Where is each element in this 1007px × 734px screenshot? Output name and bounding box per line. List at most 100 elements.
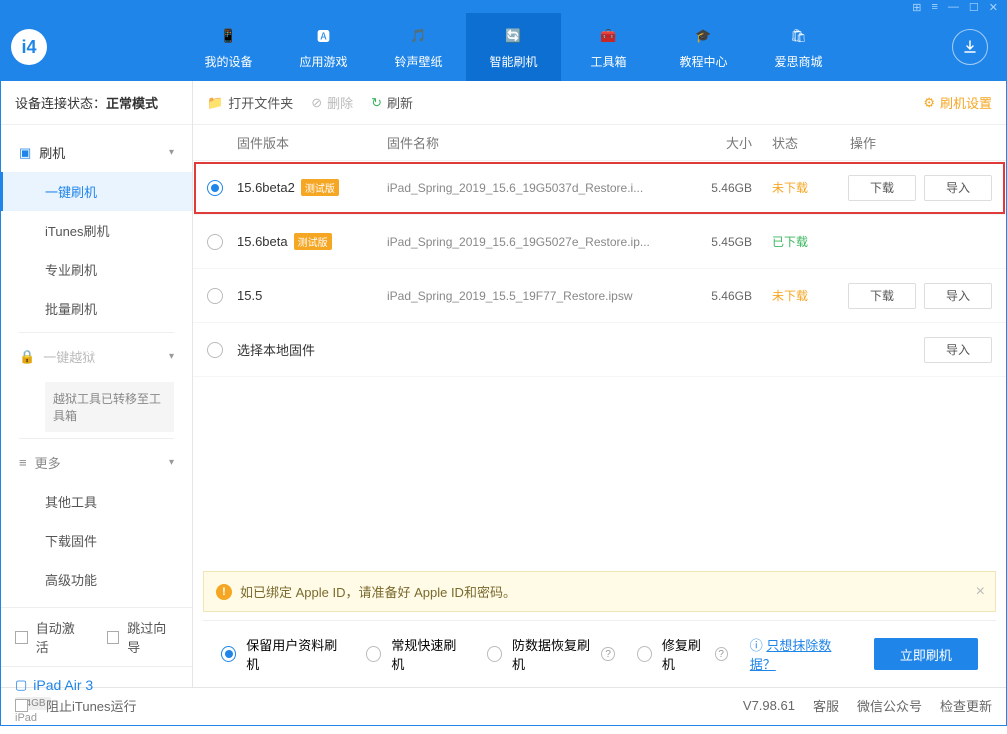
refresh-button[interactable]: ↻ 刷新 (371, 93, 413, 112)
open-folder-button[interactable]: 📁 打开文件夹 (207, 93, 293, 112)
firmware-status: 已下载 (752, 233, 832, 250)
beta-tag: 测试版 (294, 233, 332, 250)
nav-icon-0: 📱 (218, 25, 240, 47)
titlebar-min-icon[interactable]: — (948, 1, 959, 13)
titlebar-max-icon[interactable]: ☐ (969, 1, 979, 14)
row-radio[interactable] (207, 234, 223, 250)
beta-tag: 测试版 (301, 179, 339, 196)
sidebar-more-2[interactable]: 高级功能 (1, 560, 192, 599)
nav-icon-6: 🛍 (788, 25, 810, 47)
nav-6[interactable]: 🛍爱思商城 (751, 13, 846, 81)
nav-icon-5: 🎓 (693, 25, 715, 47)
auto-activate-checkbox[interactable] (15, 631, 28, 644)
firmware-name: iPad_Spring_2019_15.5_19F77_Restore.ipsw (387, 289, 682, 303)
row-op-button[interactable]: 导入 (924, 337, 992, 363)
skip-guide-checkbox[interactable] (107, 631, 120, 644)
sidebar-flash-3[interactable]: 批量刷机 (1, 289, 192, 328)
sidebar: 设备连接状态：正常模式 ▣ 刷机 ▾ 一键刷机iTunes刷机专业刷机批量刷机 … (1, 81, 193, 687)
warning-icon: ! (216, 584, 232, 600)
nav-4[interactable]: 🧰工具箱 (561, 13, 656, 81)
nav-icon-1: 🅰 (313, 25, 335, 47)
row-op-button[interactable]: 导入 (924, 175, 992, 201)
flash-now-button[interactable]: 立即刷机 (874, 638, 978, 670)
row-op-button[interactable]: 导入 (924, 283, 992, 309)
nav-0[interactable]: 📱我的设备 (181, 13, 276, 81)
block-itunes-checkbox[interactable] (15, 699, 28, 712)
header: i4 爱思助手 www.i4.cn 📱我的设备🅰应用游戏🎵铃声壁纸🔄智能刷机🧰工… (1, 13, 1006, 81)
sidebar-flash-1[interactable]: iTunes刷机 (1, 211, 192, 250)
info-icon: ⓘ (750, 638, 763, 653)
flash-opt-radio[interactable] (221, 646, 236, 662)
titlebar-grid-icon[interactable]: ⊞ (912, 1, 921, 14)
alert-close-icon[interactable]: × (976, 583, 985, 601)
flash-opt-radio[interactable] (637, 646, 652, 662)
titlebar-menu-icon[interactable]: ≡ (931, 1, 937, 13)
row-radio[interactable] (207, 288, 223, 304)
app-url: www.i4.cn (55, 345, 127, 356)
auto-activate-row: 自动激活 跳过向导 (1, 607, 192, 666)
layers-icon: ≡ (19, 455, 27, 470)
row-op-button[interactable]: 下载 (848, 175, 916, 201)
firmware-status: 未下载 (752, 179, 832, 196)
flash-opt-0[interactable]: 保留用户资料刷机 (221, 635, 344, 673)
sidebar-head-more[interactable]: ≡ 更多 ▾ (1, 443, 192, 482)
device-status: 设备连接状态：正常模式 (1, 81, 192, 125)
firmware-size: 5.46GB (682, 181, 752, 195)
firmware-size: 5.46GB (682, 289, 752, 303)
flash-opt-1[interactable]: 常规快速刷机 (366, 635, 465, 673)
delete-icon: ⊘ (311, 95, 322, 111)
firmware-row[interactable]: 选择本地固件 导入 (193, 323, 1006, 377)
flash-opt-radio[interactable] (366, 646, 381, 662)
nav-1[interactable]: 🅰应用游戏 (276, 13, 371, 81)
nav-5[interactable]: 🎓教程中心 (656, 13, 751, 81)
sidebar-head-flash[interactable]: ▣ 刷机 ▾ (1, 133, 192, 172)
support-link[interactable]: 客服 (813, 696, 839, 715)
table-header: 固件版本 固件名称 大小 状态 操作 (193, 125, 1006, 161)
nav-icon-3: 🔄 (503, 25, 525, 47)
refresh-icon: ↻ (371, 95, 382, 111)
nav-2[interactable]: 🎵铃声壁纸 (371, 13, 466, 81)
firmware-name: iPad_Spring_2019_15.6_19G5037d_Restore.i… (387, 181, 682, 195)
help-icon[interactable]: ? (715, 647, 728, 661)
device-icon: ▣ (19, 145, 31, 161)
delete-button[interactable]: ⊘ 删除 (311, 93, 353, 112)
wechat-link[interactable]: 微信公众号 (857, 696, 922, 715)
logo-icon: i4 (11, 29, 47, 65)
firmware-row[interactable]: 15.6beta测试版 iPad_Spring_2019_15.6_19G502… (193, 215, 1006, 269)
chevron-down-icon: ▾ (169, 351, 174, 362)
help-icon[interactable]: ? (601, 647, 614, 661)
nav-icon-2: 🎵 (408, 25, 430, 47)
download-icon[interactable] (952, 29, 988, 65)
sidebar-more-0[interactable]: 其他工具 (1, 482, 192, 521)
firmware-row[interactable]: 15.5 iPad_Spring_2019_15.5_19F77_Restore… (193, 269, 1006, 323)
sidebar-head-jailbreak[interactable]: 🔒 一键越狱 ▾ (1, 337, 192, 376)
flash-opt-3[interactable]: 修复刷机? (637, 635, 728, 673)
chevron-down-icon: ▾ (169, 457, 174, 468)
flash-settings-button[interactable]: ⚙ 刷机设置 (923, 93, 992, 112)
folder-icon: 📁 (207, 95, 223, 111)
nav-icon-4: 🧰 (598, 25, 620, 47)
flash-options: 保留用户资料刷机常规快速刷机防数据恢复刷机?修复刷机?ⓘ 只想抹除数据？立即刷机 (203, 620, 996, 687)
sidebar-more-1[interactable]: 下载固件 (1, 521, 192, 560)
flash-opt-2[interactable]: 防数据恢复刷机? (487, 635, 615, 673)
appleid-alert: ! 如已绑定 Apple ID，请准备好 Apple ID和密码。 × (203, 571, 996, 612)
app-version: V7.98.61 (743, 698, 795, 713)
jailbreak-note: 越狱工具已转移至工具箱 (45, 382, 174, 432)
row-radio[interactable] (207, 180, 223, 196)
flash-opt-radio[interactable] (487, 646, 502, 662)
firmware-row[interactable]: 15.6beta2测试版 iPad_Spring_2019_15.6_19G50… (193, 161, 1006, 215)
check-update-link[interactable]: 检查更新 (940, 696, 992, 715)
chevron-down-icon: ▾ (169, 147, 174, 158)
sidebar-flash-2[interactable]: 专业刷机 (1, 250, 192, 289)
content: 📁 打开文件夹 ⊘ 删除 ↻ 刷新 ⚙ 刷机设置 固件版本 固件名称 大小 状态… (193, 81, 1006, 687)
titlebar-close-icon[interactable]: ✕ (989, 1, 998, 14)
row-radio[interactable] (207, 342, 223, 358)
firmware-size: 5.45GB (682, 235, 752, 249)
ipad-icon: ▢ (15, 677, 27, 693)
toolbar: 📁 打开文件夹 ⊘ 删除 ↻ 刷新 ⚙ 刷机设置 (193, 81, 1006, 125)
nav: 📱我的设备🅰应用游戏🎵铃声壁纸🔄智能刷机🧰工具箱🎓教程中心🛍爱思商城 (181, 13, 952, 81)
sidebar-flash-0[interactable]: 一键刷机 (1, 172, 192, 211)
nav-3[interactable]: 🔄智能刷机 (466, 13, 561, 81)
firmware-name: iPad_Spring_2019_15.6_19G5027e_Restore.i… (387, 235, 682, 249)
row-op-button[interactable]: 下载 (848, 283, 916, 309)
